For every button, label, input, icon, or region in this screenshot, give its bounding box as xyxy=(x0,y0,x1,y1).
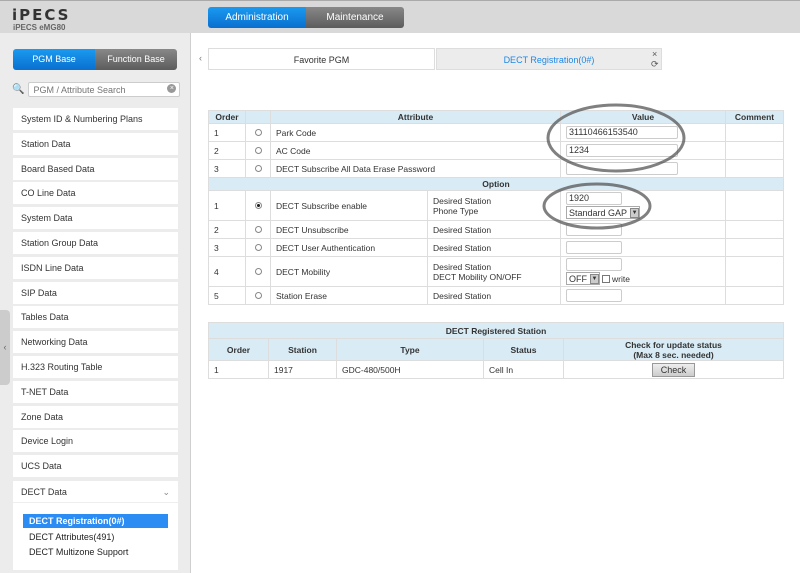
option-radio[interactable] xyxy=(254,225,262,233)
row-radio[interactable] xyxy=(254,164,262,172)
search-input[interactable] xyxy=(28,82,181,97)
mobility-select[interactable]: OFF ▼ xyxy=(566,272,600,285)
sidebar-item[interactable]: System ID & Numbering Plans xyxy=(13,108,178,130)
sidebar-item[interactable]: System Data xyxy=(13,207,178,230)
sidebar-item[interactable]: Board Based Data xyxy=(13,157,178,180)
desired-station-input[interactable] xyxy=(566,289,622,302)
dropdown-arrow-icon: ▼ xyxy=(590,273,599,284)
option-row: 5 Station Erase Desired Station xyxy=(208,286,784,305)
sidebar-sub-dect-attributes[interactable]: DECT Attributes(491) xyxy=(23,530,168,544)
option-row: 4 DECT Mobility Desired Station DECT Mobili… xyxy=(208,256,784,287)
sidebar-item[interactable]: Station Data xyxy=(13,132,178,155)
desired-station-input[interactable] xyxy=(566,241,622,254)
sidebar-item[interactable]: Device Login xyxy=(13,430,178,453)
sidebar: PGM Base Function Base 🔍 × System ID & N… xyxy=(0,33,191,573)
value-input[interactable]: 1234 xyxy=(566,144,678,157)
model-name: iPECS eMG80 xyxy=(13,23,66,32)
option-radio[interactable] xyxy=(254,291,262,299)
sidebar-item[interactable]: Tables Data xyxy=(13,306,178,329)
check-button[interactable]: Check xyxy=(651,362,696,377)
function-base-button[interactable]: Function Base xyxy=(95,49,177,70)
sidebar-sub-dect-registration[interactable]: DECT Registration(0#) xyxy=(23,514,168,528)
tab-favorite-pgm[interactable]: Favorite PGM xyxy=(208,48,435,70)
desired-station-input[interactable] xyxy=(566,258,622,271)
sidebar-item[interactable]: Station Group Data xyxy=(13,232,178,254)
tab-scroll-left-icon[interactable]: ‹ xyxy=(199,53,202,63)
header: iPECS iPECS eMG80 Administration Mainten… xyxy=(0,0,800,33)
logo: iPECS xyxy=(12,6,71,24)
option-row: 3 DECT User Authentication Desired Station xyxy=(208,238,784,257)
chevron-down-icon: ⌄ xyxy=(162,487,170,497)
desired-station-input[interactable]: 1920 xyxy=(566,192,622,205)
dropdown-arrow-icon: ▼ xyxy=(630,207,640,218)
option-radio[interactable] xyxy=(254,243,262,251)
pgm-base-button[interactable]: PGM Base xyxy=(13,49,95,70)
desired-station-input[interactable] xyxy=(566,223,622,236)
row-radio[interactable] xyxy=(254,128,262,136)
table-row: 2 AC Code 1234 xyxy=(208,141,784,160)
option-header: Option xyxy=(208,177,784,191)
row-radio[interactable] xyxy=(254,146,262,154)
nav-maintenance[interactable]: Maintenance xyxy=(306,7,404,28)
sidebar-item[interactable]: T-NET Data xyxy=(13,380,178,403)
table-row: 1 Park Code 31110466153540 xyxy=(208,123,784,142)
sidebar-item[interactable]: CO Line Data xyxy=(13,182,178,205)
dect-data-group: DECT Data ⌄ DECT Registration(0#) DECT At… xyxy=(13,481,178,570)
registered-station-table: DECT Registered Station Order Station Ty… xyxy=(208,322,784,379)
nav-administration[interactable]: Administration xyxy=(208,7,306,28)
tab-dect-registration[interactable]: DECT Registration(0#) xyxy=(436,48,662,70)
search-icon: 🔍 xyxy=(12,84,25,95)
refresh-icon[interactable]: ⟳ xyxy=(651,59,659,70)
sidebar-item-dect-data[interactable]: DECT Data ⌄ xyxy=(13,481,178,503)
close-tab-icon[interactable]: × xyxy=(652,49,657,59)
option-radio[interactable] xyxy=(254,267,262,275)
value-input[interactable] xyxy=(566,162,678,175)
sidebar-item[interactable]: UCS Data xyxy=(13,455,178,478)
value-input[interactable]: 31110466153540 xyxy=(566,126,678,139)
write-checkbox[interactable] xyxy=(602,274,610,283)
sidebar-item[interactable]: H.323 Routing Table xyxy=(13,356,178,378)
sidebar-item[interactable]: Networking Data xyxy=(13,331,178,354)
sidebar-sub-dect-multizone[interactable]: DECT Multizone Support xyxy=(23,545,168,559)
sidebar-item[interactable]: ISDN Line Data xyxy=(13,256,178,279)
option-row: 1 DECT Subscribe enable Desired Station Pho… xyxy=(208,190,784,221)
collapse-sidebar-handle[interactable]: ‹ xyxy=(0,310,10,385)
sidebar-item[interactable]: Zone Data xyxy=(13,405,178,428)
option-row: 2 DECT Unsubscribe Desired Station xyxy=(208,220,784,239)
attribute-table: Order Attribute Value Comment 1 Park Code… xyxy=(208,110,784,305)
sidebar-item[interactable]: SIP Data xyxy=(13,281,178,304)
table-row: 1 1917 GDC-480/500H Cell In Check xyxy=(208,360,784,379)
phone-type-select[interactable]: Standard GAP ▼ xyxy=(566,206,641,219)
option-radio[interactable] xyxy=(254,201,262,209)
table-row: 3 DECT Subscribe All Data Erase Password xyxy=(208,159,784,178)
